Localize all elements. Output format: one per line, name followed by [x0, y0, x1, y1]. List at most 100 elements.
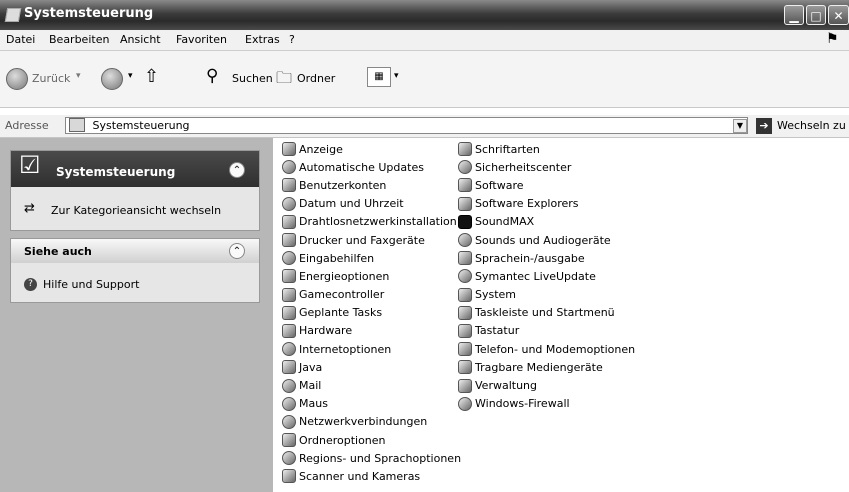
- title-bar[interactable]: Systemsteuerung ▁ □ ✕: [0, 0, 849, 30]
- folders-button-label[interactable]: Ordner: [297, 72, 335, 85]
- scheduled-tasks-icon: [282, 305, 296, 320]
- back-button-label[interactable]: Zurück: [32, 72, 70, 85]
- back-arrow-icon[interactable]: [6, 68, 28, 90]
- item-taskleiste-startmenue[interactable]: Taskleiste und Startmenü: [458, 304, 635, 322]
- item-soundmax[interactable]: SoundMAX: [458, 213, 635, 231]
- item-system[interactable]: System: [458, 286, 635, 304]
- window-title: Systemsteuerung: [24, 6, 154, 21]
- menu-help[interactable]: ?: [289, 33, 295, 46]
- item-internetoptionen[interactable]: Internetoptionen: [282, 340, 461, 358]
- scanner-icon: [282, 469, 296, 484]
- item-software[interactable]: Software: [458, 176, 635, 194]
- software-explorers-icon: [458, 196, 472, 211]
- item-maus[interactable]: Maus: [282, 395, 461, 413]
- item-anzeige[interactable]: Anzeige: [282, 140, 461, 158]
- close-button[interactable]: ✕: [828, 5, 849, 25]
- folder-options-icon: [282, 433, 296, 448]
- collapse-icon[interactable]: ⌃: [229, 162, 245, 178]
- windows-logo-icon: ⚑: [826, 31, 839, 47]
- item-schriftarten[interactable]: Schriftarten: [458, 140, 635, 158]
- speaker-icon: [458, 233, 472, 248]
- item-gamecontroller[interactable]: Gamecontroller: [282, 286, 461, 304]
- toolbar: Zurück ▾ ▾ ⇧ ⚲ Suchen 🗀 Ordner ▦ ▾: [0, 51, 849, 108]
- fonts-icon: [458, 142, 472, 157]
- see-also-collapse-icon[interactable]: ⌃: [229, 243, 245, 259]
- item-eingabehilfen[interactable]: Eingabehilfen: [282, 249, 461, 267]
- back-dropdown-icon[interactable]: ▾: [76, 71, 81, 81]
- hardware-icon: [282, 323, 296, 338]
- see-also-title: Siehe auch: [24, 245, 92, 258]
- security-shield-icon: [458, 160, 472, 175]
- maximize-button[interactable]: □: [806, 5, 826, 25]
- item-windows-firewall[interactable]: Windows-Firewall: [458, 395, 635, 413]
- item-energieoptionen[interactable]: Energieoptionen: [282, 267, 461, 285]
- see-also-header[interactable]: Siehe auch ⌃: [11, 239, 259, 263]
- task-pane: ☑ Systemsteuerung ⌃ ⇄ Zur Kategorieansic…: [0, 138, 273, 492]
- item-hardware[interactable]: Hardware: [282, 322, 461, 340]
- admin-tools-icon: [458, 378, 472, 393]
- accessibility-icon: [282, 251, 296, 266]
- portable-media-icon: [458, 360, 472, 375]
- item-sicherheitscenter[interactable]: Sicherheitscenter: [458, 158, 635, 176]
- item-spracheingabe[interactable]: Sprachein-/ausgabe: [458, 249, 635, 267]
- mouse-icon: [282, 396, 296, 411]
- menu-datei[interactable]: Datei: [6, 33, 35, 46]
- printer-icon: [282, 233, 296, 248]
- help-icon: ?: [24, 278, 37, 291]
- folders-icon[interactable]: 🗀: [276, 67, 292, 94]
- views-icon[interactable]: ▦: [367, 67, 391, 87]
- folder-up-icon[interactable]: ⇧: [144, 66, 159, 87]
- item-tastatur[interactable]: Tastatur: [458, 322, 635, 340]
- search-button-label[interactable]: Suchen: [232, 72, 273, 85]
- java-icon: [282, 360, 296, 375]
- control-panel-box-header[interactable]: ☑ Systemsteuerung ⌃: [11, 151, 259, 187]
- menu-extras[interactable]: Extras: [245, 33, 280, 46]
- item-datum-uhrzeit[interactable]: Datum und Uhrzeit: [282, 195, 461, 213]
- control-panel-small-icon: [69, 118, 85, 132]
- item-mail[interactable]: Mail: [282, 376, 461, 394]
- panel-title: Systemsteuerung: [56, 165, 176, 179]
- item-software-explorers[interactable]: Software Explorers: [458, 195, 635, 213]
- views-dropdown-icon[interactable]: ▾: [394, 71, 399, 81]
- item-telefon-modem[interactable]: Telefon- und Modemoptionen: [458, 340, 635, 358]
- go-button-label[interactable]: Wechseln zu: [777, 119, 846, 132]
- address-value: Systemsteuerung: [92, 118, 190, 132]
- item-java[interactable]: Java: [282, 358, 461, 376]
- control-panel-icon: [4, 8, 22, 22]
- address-dropdown-icon[interactable]: ▼: [733, 119, 747, 133]
- minimize-button[interactable]: ▁: [784, 5, 804, 25]
- firewall-icon: [458, 396, 472, 411]
- wireless-icon: [282, 214, 296, 229]
- search-icon[interactable]: ⚲: [206, 66, 218, 86]
- mail-icon: [282, 378, 296, 393]
- item-drucker-fax[interactable]: Drucker und Faxgeräte: [282, 231, 461, 249]
- item-benutzerkonten[interactable]: Benutzerkonten: [282, 176, 461, 194]
- taskbar-icon: [458, 305, 472, 320]
- item-sounds-audio[interactable]: Sounds und Audiogeräte: [458, 231, 635, 249]
- item-ordneroptionen[interactable]: Ordneroptionen: [282, 431, 461, 449]
- checklist-icon: ☑: [19, 151, 41, 179]
- item-geplante-tasks[interactable]: Geplante Tasks: [282, 304, 461, 322]
- forward-arrow-icon[interactable]: [101, 68, 123, 90]
- item-tragbare-medien[interactable]: Tragbare Mediengeräte: [458, 358, 635, 376]
- help-support-link[interactable]: Hilfe und Support: [43, 278, 139, 291]
- menu-favoriten[interactable]: Favoriten: [176, 33, 227, 46]
- item-drahtlosnetzwerk[interactable]: Drahtlosnetzwerkinstallation: [282, 213, 461, 231]
- internet-options-icon: [282, 342, 296, 357]
- go-arrow-icon[interactable]: ➔: [756, 118, 772, 134]
- item-verwaltung[interactable]: Verwaltung: [458, 376, 635, 394]
- menu-ansicht[interactable]: Ansicht: [120, 33, 161, 46]
- soundmax-icon: [458, 214, 472, 229]
- forward-dropdown-icon[interactable]: ▾: [128, 71, 133, 81]
- category-view-link[interactable]: Zur Kategorieansicht wechseln: [51, 204, 221, 217]
- items-column-1: Anzeige Automatische Updates Benutzerkon…: [282, 140, 461, 486]
- item-automatische-updates[interactable]: Automatische Updates: [282, 158, 461, 176]
- item-scanner-kameras[interactable]: Scanner und Kameras: [282, 467, 461, 485]
- menu-bearbeiten[interactable]: Bearbeiten: [49, 33, 109, 46]
- clock-icon: [282, 196, 296, 211]
- user-accounts-icon: [282, 178, 296, 193]
- address-input[interactable]: Systemsteuerung: [65, 117, 748, 134]
- item-regions-sprachoptionen[interactable]: Regions- und Sprachoptionen: [282, 449, 461, 467]
- item-symantec-liveupdate[interactable]: Symantec LiveUpdate: [458, 267, 635, 285]
- item-netzwerkverbindungen[interactable]: Netzwerkverbindungen: [282, 413, 461, 431]
